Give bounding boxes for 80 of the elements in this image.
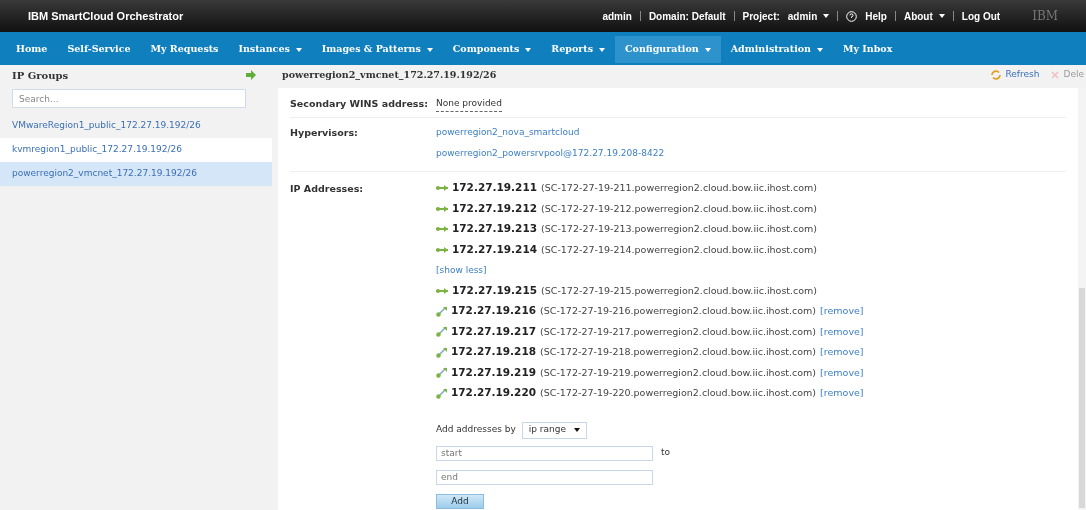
host-name: (SC-172-27-19-216.powerregion2.cloud.bow.iic.ihost.com) bbox=[540, 304, 817, 319]
remove-link[interactable]: [remove] bbox=[820, 324, 864, 339]
nav-tab[interactable]: Instances bbox=[228, 36, 312, 63]
host-name: (SC-172-27-19-215.powerregion2.cloud.bow.iic.ihost.com) bbox=[541, 283, 818, 298]
remove-link[interactable]: [remove] bbox=[820, 365, 864, 380]
hypervisor-link[interactable]: powerregion2_powersrvpool@172.27.19.208-8422 bbox=[436, 147, 665, 159]
ip-address: 172.27.19.218 bbox=[451, 344, 537, 360]
ip-address: 172.27.19.212 bbox=[452, 200, 538, 216]
remove-link[interactable]: [remove] bbox=[820, 386, 864, 401]
app-title: IBM SmartCloud Orchestrator bbox=[28, 8, 184, 24]
host-name: (SC-172-27-19-219.powerregion2.cloud.bow.iic.ihost.com) bbox=[540, 365, 817, 380]
host-name: (SC-172-27-19-214.powerregion2.cloud.bow.iic.ihost.com) bbox=[541, 242, 818, 257]
ip-address: 172.27.19.213 bbox=[452, 221, 538, 237]
start-field[interactable]: start bbox=[436, 445, 653, 461]
add-button[interactable]: Add bbox=[436, 493, 484, 509]
method-select[interactable]: ip range bbox=[521, 421, 587, 439]
refresh-button[interactable]: Refresh bbox=[991, 68, 1040, 82]
group-item[interactable]: VMwareRegion1_public_172.27.19.192/26 bbox=[0, 114, 272, 138]
nav-tab[interactable]: Components bbox=[442, 36, 542, 63]
host-name: (SC-172-27-19-213.powerregion2.cloud.bow.iic.ihost.com) bbox=[541, 222, 818, 237]
close-icon bbox=[1051, 71, 1060, 79]
logout-link[interactable]: Log Out bbox=[961, 8, 1001, 24]
ip-address: 172.27.19.216 bbox=[451, 303, 537, 319]
link-icon bbox=[436, 326, 447, 338]
ip-address: 172.27.19.215 bbox=[452, 282, 538, 298]
about-menu[interactable]: About bbox=[903, 8, 945, 24]
search-field[interactable]: Search... bbox=[12, 89, 246, 108]
ip-address: 172.27.19.211 bbox=[452, 180, 538, 196]
link-icon bbox=[436, 305, 447, 317]
nav-tab[interactable]: My Requests bbox=[140, 36, 229, 63]
ip-address: 172.27.19.220 bbox=[451, 385, 537, 401]
logo: IBM bbox=[1032, 8, 1058, 25]
nav-tab[interactable]: Reports bbox=[541, 36, 615, 63]
field-value[interactable]: None provided bbox=[436, 97, 502, 112]
connector-icon bbox=[436, 287, 448, 294]
project-label: Project: bbox=[742, 9, 780, 24]
remove-link[interactable]: [remove] bbox=[820, 304, 864, 319]
nav-tab[interactable]: Home bbox=[6, 36, 58, 63]
user-link[interactable]: admin bbox=[602, 8, 632, 24]
field-label: Secondary WINS address: bbox=[290, 97, 429, 112]
ip-address: 172.27.19.214 bbox=[452, 241, 538, 257]
help-icon bbox=[846, 10, 858, 22]
nav-tab[interactable]: Administration bbox=[720, 36, 833, 63]
host-name: (SC-172-27-19-220.powerregion2.cloud.bow.iic.ihost.com) bbox=[540, 386, 817, 401]
caret-icon bbox=[823, 14, 830, 18]
field-label: Hypervisors: bbox=[290, 126, 359, 140]
remove-link[interactable]: [remove] bbox=[820, 345, 864, 360]
ip-address: 172.27.19.217 bbox=[451, 323, 537, 339]
connector-icon bbox=[436, 246, 448, 253]
project-menu[interactable]: admin bbox=[787, 8, 830, 24]
panel-title: IP Groups bbox=[12, 68, 69, 83]
link-icon bbox=[436, 367, 447, 379]
host-name: (SC-172-27-19-217.powerregion2.cloud.bow.iic.ihost.com) bbox=[540, 324, 817, 339]
detail-title: powerregion2_vmcnet_172.27.19.192/26 bbox=[282, 67, 497, 82]
nav-tab[interactable]: Self-Service bbox=[57, 36, 141, 63]
nav-tab[interactable]: My Inbox bbox=[833, 36, 903, 63]
hypervisor-link[interactable]: powerregion2_nova_smartcloud bbox=[436, 126, 665, 138]
ip-address: 172.27.19.219 bbox=[451, 364, 537, 380]
link-icon bbox=[436, 346, 447, 358]
host-name: (SC-172-27-19-212.powerregion2.cloud.bow.iic.ihost.com) bbox=[541, 201, 818, 216]
to-label: to bbox=[661, 446, 671, 460]
help-link[interactable]: Help bbox=[865, 8, 887, 24]
link-icon bbox=[436, 387, 447, 399]
field-label: IP Addresses: bbox=[290, 182, 365, 196]
connector-icon bbox=[436, 205, 448, 212]
caret-icon bbox=[573, 428, 580, 432]
caret-icon bbox=[938, 14, 945, 18]
connector-icon bbox=[436, 226, 448, 233]
host-name: (SC-172-27-19-211.powerregion2.cloud.bow.iic.ihost.com) bbox=[541, 181, 818, 196]
host-name: (SC-172-27-19-218.powerregion2.cloud.bow.iic.ihost.com) bbox=[540, 345, 817, 360]
connector-icon bbox=[436, 185, 448, 192]
nav-tab[interactable]: Configuration bbox=[615, 36, 721, 63]
add-by-label: Add addresses by bbox=[436, 423, 516, 437]
refresh-icon bbox=[991, 70, 1002, 80]
show-less-link[interactable]: [show less] bbox=[436, 260, 487, 281]
group-item[interactable]: kvmregion1_public_172.27.19.192/26 bbox=[0, 138, 272, 162]
nav-tab[interactable]: Images & Patterns bbox=[311, 36, 443, 63]
end-field[interactable]: end bbox=[436, 469, 653, 485]
domain-link[interactable]: Domain: Default bbox=[648, 8, 726, 24]
group-item[interactable]: powerregion2_vmcnet_172.27.19.192/26 bbox=[0, 162, 272, 186]
